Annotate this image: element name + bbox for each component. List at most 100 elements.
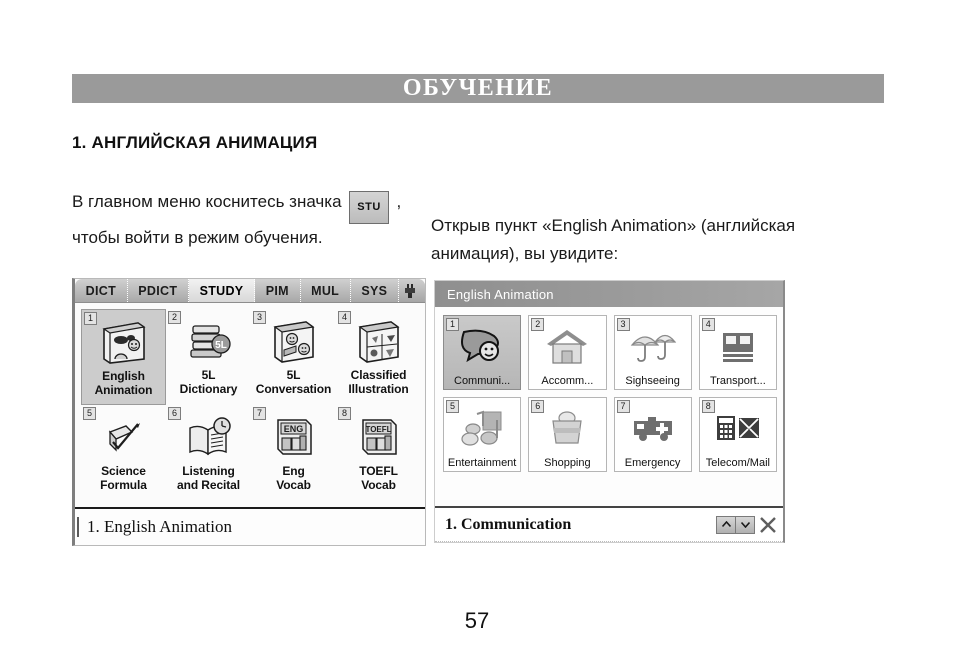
ea-item-accommodation[interactable]: 2 Accomm... [528, 315, 607, 390]
tab-label: SYS [361, 283, 388, 298]
study-item-science-formula[interactable]: 5 Science Formula [81, 405, 166, 497]
tab-label: STUDY [199, 283, 244, 298]
item-number: 1 [446, 318, 459, 331]
scroll-up-button[interactable] [716, 515, 736, 534]
nav-button-group [716, 515, 779, 535]
status-bar-right: 1. Communication [435, 506, 783, 542]
ea-item-label: Emergency [624, 457, 681, 469]
status-text-right: 1. Communication [445, 515, 572, 533]
page-header-bar: ОБУЧЕНИЕ [72, 74, 884, 103]
item-number: 6 [531, 400, 545, 413]
ea-item-entertainment[interactable]: 5 Entertainment [443, 397, 522, 472]
ea-item-label: Sighseeing [625, 375, 680, 387]
item-number: 3 [616, 318, 630, 331]
conversation-book-icon [270, 316, 318, 366]
plug-icon-glyph [405, 283, 416, 298]
ea-item-telecom-mail[interactable]: 8 Telecom/Mail [698, 397, 777, 472]
tab-label: MUL [311, 283, 340, 298]
label-line-1: TOEFL [359, 464, 398, 478]
tab-study[interactable]: STUDY [188, 279, 256, 302]
study-item-label: 5L Dictionary [180, 368, 238, 396]
device-screenshot-study-menu: DICT PDICT STUDY PIM MUL SYS 1 English A… [72, 278, 426, 546]
tab-label: PDICT [138, 283, 178, 298]
eng-vocab-icon: ENG [270, 412, 318, 462]
page-title: ОБУЧЕНИЕ [402, 75, 554, 101]
label-line-1: English [102, 369, 145, 383]
label-line-2: Conversation [255, 382, 332, 396]
item-number: 2 [531, 318, 545, 331]
chevron-up-icon [721, 521, 731, 528]
animation-book-icon [100, 317, 148, 367]
page-number: 57 [464, 608, 490, 633]
tab-label: DICT [85, 283, 117, 298]
study-item-toefl-vocab[interactable]: 8 TOEFL TOEFL Vocab [336, 405, 421, 497]
study-item-classified-illustration[interactable]: 4 Classified Illustration [336, 309, 421, 405]
item-number: 3 [253, 311, 266, 324]
study-item-label: Classified Illustration [348, 368, 408, 396]
ea-item-sightseeing[interactable]: 3 Sighseeing [613, 315, 692, 390]
study-item-label: TOEFL Vocab [359, 464, 398, 492]
study-item-5l-dictionary[interactable]: 2 5L 5L Dictionary [166, 309, 251, 405]
ea-item-label: Shopping [544, 457, 591, 469]
device-screenshot-english-animation: English Animation 1 Communi... 2 Accomm.… [434, 280, 785, 543]
english-animation-icon-grid: 1 Communi... 2 Accomm... 3 Sighseeing 4 … [435, 307, 783, 472]
listening-book-clock-icon [185, 412, 233, 462]
plug-icon[interactable] [398, 279, 425, 302]
item-number: 5 [446, 400, 459, 413]
toefl-vocab-icon: TOEFL [355, 412, 403, 462]
instruction-paragraph-left: В главном меню коснитесь значка STU , чт… [72, 188, 422, 252]
label-line-2: Animation [94, 383, 153, 397]
item-number: 7 [616, 400, 630, 413]
study-item-5l-conversation[interactable]: 3 5L Conversation [251, 309, 336, 405]
label-line-2: Dictionary [179, 382, 238, 396]
label-line-2: Vocab [361, 478, 396, 492]
ea-item-shopping[interactable]: 6 Shopping [528, 397, 607, 472]
study-item-label: English Animation [95, 369, 153, 397]
ea-item-label: Telecom/Mail [705, 457, 770, 469]
label-line-1: Science [101, 464, 146, 478]
ea-item-label: Transport... [709, 375, 766, 387]
section-heading: 1. АНГЛИЙСКАЯ АНИМАЦИЯ [72, 133, 318, 152]
status-bar-left: 1. English Animation [75, 507, 425, 545]
label-line-2: Illustration [348, 382, 409, 396]
window-title-bar: English Animation [435, 281, 783, 307]
tab-dict[interactable]: DICT [75, 279, 128, 302]
tab-label: PIM [265, 283, 289, 298]
scroll-down-button[interactable] [735, 515, 755, 534]
tab-pdict[interactable]: PDICT [128, 279, 189, 302]
study-item-listening-and-recital[interactable]: 6 Listening and Recital [166, 405, 251, 497]
label-line-1: 5L [201, 368, 216, 382]
item-number: 1 [84, 312, 97, 325]
instruction-text-before: В главном меню коснитесь значка [72, 192, 342, 211]
item-number: 4 [338, 311, 351, 324]
item-number: 8 [701, 400, 715, 413]
ea-item-transportation[interactable]: 4 Transport... [698, 315, 777, 390]
ea-item-label: Accomm... [541, 375, 594, 387]
eng-badge-text: ENG [283, 424, 303, 434]
ea-item-label: Communi... [454, 375, 511, 387]
ea-item-label: Entertainment [447, 457, 517, 469]
study-item-label: Eng Vocab [276, 464, 311, 492]
window-title: English Animation [447, 286, 554, 302]
label-line-2: and Recital [177, 478, 240, 492]
tab-pim[interactable]: PIM [255, 279, 301, 302]
close-icon [760, 516, 776, 533]
study-item-label: Listening and Recital [177, 464, 240, 492]
tab-mul[interactable]: MUL [301, 279, 351, 302]
label-line-1: Listening [182, 464, 235, 478]
label-line-1: Eng [282, 464, 305, 478]
study-icon-grid: 1 English Animation 2 5L 5L Dictionary 3… [75, 303, 425, 497]
svg-text:5L: 5L [215, 340, 227, 351]
study-item-english-animation[interactable]: 1 English Animation [81, 309, 166, 405]
ea-item-communication[interactable]: 1 Communi... [443, 315, 522, 390]
ea-item-emergency[interactable]: 7 Emergency [613, 397, 692, 472]
item-number: 8 [338, 407, 351, 420]
tab-sys[interactable]: SYS [351, 279, 399, 302]
study-item-eng-vocab[interactable]: 7 ENG Eng Vocab [251, 405, 336, 497]
label-line-1: Classified [350, 368, 407, 382]
manual-page: ОБУЧЕНИЕ 1. АНГЛИЙСКАЯ АНИМАЦИЯ В главно… [0, 0, 954, 655]
label-line-1: 5L [286, 368, 301, 382]
study-item-label: Science Formula [100, 464, 147, 492]
instruction-paragraph-right: Открыв пункт «English Animation» (англий… [431, 216, 796, 263]
close-button[interactable] [757, 515, 779, 535]
